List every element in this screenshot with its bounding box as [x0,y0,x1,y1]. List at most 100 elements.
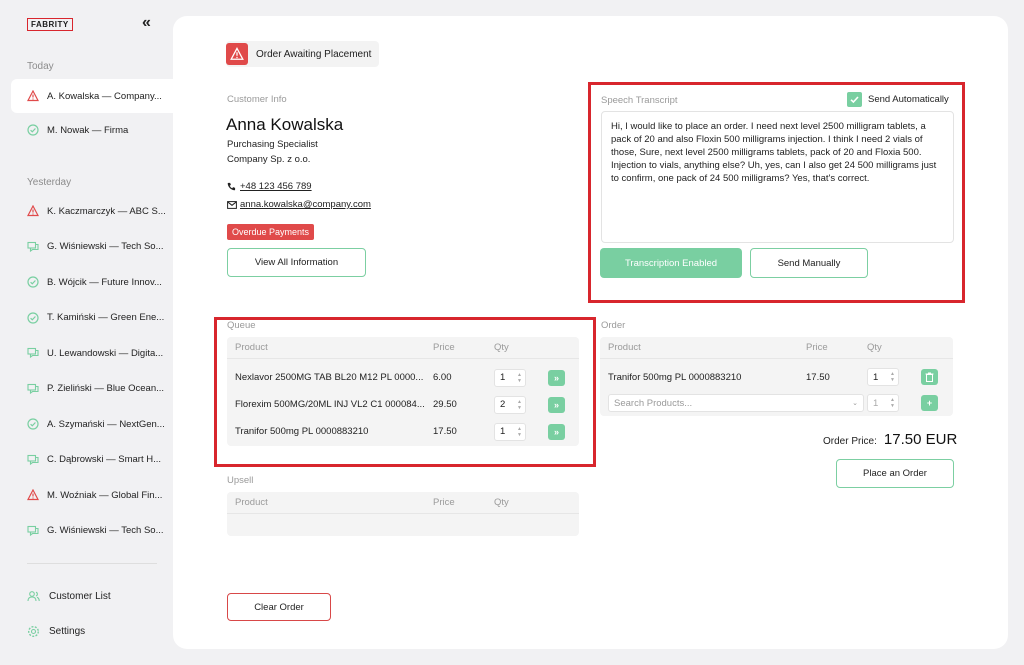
view-all-information-button[interactable]: View All Information [227,248,366,277]
conversation-label: A. Szymański — NextGen... [47,418,165,430]
chat-icon [27,241,39,253]
order-product: Tranifor 500mg PL 0000883210 [608,371,742,383]
stepper-arrows-icon[interactable]: ▲ ▼ [517,372,522,384]
warning-icon [27,90,39,102]
move-to-order-icon[interactable]: » [548,369,565,386]
stepper-arrows-icon[interactable]: ▲ ▼ [890,371,895,383]
mail-icon [227,200,238,209]
chevrons-left-icon[interactable]: « [142,14,151,32]
col-qty: Qty [494,342,509,353]
conversation-label: G. Wiśniewski — Tech So... [47,525,164,536]
col-qty: Qty [867,342,882,353]
conversation-item[interactable]: G. Wiśniewski — Tech So... [11,230,173,264]
send-automatically-toggle[interactable]: Send Automatically [847,92,949,107]
queue-label: Queue [227,320,256,331]
search-products-input[interactable]: Search Products... ⌄ [608,394,864,412]
order-row: Tranifor 500mg PL 0000883210 17.50 1 ▲ ▼ [600,364,953,390]
transcription-enabled-button[interactable]: Transcription Enabled [600,248,742,278]
trash-icon[interactable] [921,369,938,385]
check-circle-icon [27,124,39,136]
conversation-item[interactable]: M. Nowak — Firma [11,113,173,147]
conversation-item[interactable]: G. Wiśniewski — Tech So... [11,514,173,548]
order-price-summary: Order Price: 17.50 EUR [823,431,957,448]
warning-icon [226,43,248,65]
place-order-button[interactable]: Place an Order [836,459,954,488]
queue-price: 17.50 [433,426,457,437]
order-table-header: Product Price Qty [600,337,953,359]
conversation-item[interactable]: M. Woźniak — Global Fin... [11,478,173,512]
phone-icon [227,182,238,191]
check-circle-icon [27,418,39,430]
conversation-label: C. Dąbrowski — Smart H... [47,454,162,465]
chat-icon [27,525,39,537]
queue-product: Nexlavor 2500MG TAB BL20 M12 PL 0000... [235,372,424,383]
new-quantity-stepper[interactable]: 1 ▲ ▼ [867,394,899,412]
quantity-value: 1 [500,372,506,383]
sidebar: FABRITY « Today A. Kowalska — Company...… [0,0,173,665]
conversation-label: M. Nowak — Firma [47,124,129,136]
conversation-item[interactable]: T. Kamiński — Green Ene... [11,301,173,335]
customer-name: Anna Kowalska [226,115,344,134]
customer-company: Company Sp. z o.o. [227,154,311,165]
order-add-row: Search Products... ⌄ 1 ▲ ▼ + [600,390,953,416]
new-quantity-value: 1 [873,397,879,409]
col-product: Product [235,497,268,508]
customer-title: Purchasing Specialist [227,139,318,150]
conversation-item[interactable]: P. Zieliński — Blue Ocean... [11,372,173,406]
col-price: Price [433,342,455,353]
settings-link[interactable]: Settings [27,625,85,638]
customer-list-link[interactable]: Customer List [27,590,111,603]
clear-order-button[interactable]: Clear Order [227,593,331,621]
customer-phone[interactable]: +48 123 456 789 [227,181,312,192]
order-price-value: 17.50 EUR [883,431,958,448]
conversation-item[interactable]: A. Szymański — NextGen... [11,407,173,441]
conversation-label: A. Kowalska — Company... [47,90,162,102]
customer-email[interactable]: anna.kowalska@company.com [227,199,371,210]
upsell-label: Upsell [227,475,254,486]
warning-icon [27,205,39,217]
move-to-order-icon[interactable]: » [548,423,565,440]
checkbox-checked-icon[interactable] [847,92,862,107]
conversation-item[interactable]: K. Kaczmarczyk — ABC S... [11,194,173,228]
settings-label: Settings [49,626,86,637]
order-label: Order [601,320,626,331]
customer-email-text: anna.kowalska@company.com [240,199,371,210]
stepper-arrows-icon[interactable]: ▲ ▼ [517,426,522,438]
check-circle-icon [27,276,39,288]
conversation-item[interactable]: B. Wójcik — Future Innov... [11,265,173,299]
send-manually-button[interactable]: Send Manually [750,248,868,278]
main-panel: Order Awaiting Placement Customer Info A… [173,16,1008,649]
conversation-label: U. Lewandowski — Digita... [47,347,164,359]
queue-row: Tranifor 500mg PL 0000883210 17.50 1 ▲ ▼ » [227,418,579,445]
order-table: Product Price Qty Tranifor 500mg PL 0000… [600,337,953,416]
queue-table: Product Price Qty Nexlavor 2500MG TAB BL… [227,337,579,446]
transcript-text: Hi, I would like to place an order. I ne… [601,111,954,243]
queue-qty-cell: 2 ▲ ▼ [494,395,548,414]
quantity-value: 2 [500,399,506,410]
queue-product: Tranifor 500mg PL 0000883210 [235,426,369,437]
col-product: Product [235,342,268,353]
quantity-stepper[interactable]: 1 ▲ ▼ [494,422,526,441]
today-label: Today [27,61,54,72]
conversation-item[interactable]: C. Dąbrowski — Smart H... [11,443,173,477]
overdue-payments-badge: Overdue Payments [227,224,315,240]
chat-icon [27,347,39,359]
order-status-label: Order Awaiting Placement [256,48,372,60]
queue-qty-cell: 1 ▲ ▼ [494,422,548,441]
order-price-label: Order Price: [823,436,877,447]
conversation-label: T. Kamiński — Green Ene... [47,312,165,323]
conversation-label: K. Kaczmarczyk — ABC S... [47,205,166,217]
conversation-item[interactable]: U. Lewandowski — Digita... [11,336,173,370]
move-to-order-icon[interactable]: » [548,396,565,413]
queue-qty-cell: 1 ▲ ▼ [494,368,548,387]
plus-icon[interactable]: + [921,395,938,411]
chevron-down-icon[interactable]: ⌄ [852,399,858,407]
yesterday-label: Yesterday [27,177,72,188]
quantity-stepper[interactable]: 1 ▲ ▼ [867,368,899,386]
quantity-stepper[interactable]: 2 ▲ ▼ [494,395,526,414]
stepper-arrows-icon[interactable]: ▲ ▼ [517,399,522,411]
stepper-arrows-icon[interactable]: ▲ ▼ [890,397,895,409]
conversation-label: G. Wiśniewski — Tech So... [47,241,164,252]
quantity-stepper[interactable]: 1 ▲ ▼ [494,368,526,387]
conversation-item[interactable]: A. Kowalska — Company... [11,79,173,113]
